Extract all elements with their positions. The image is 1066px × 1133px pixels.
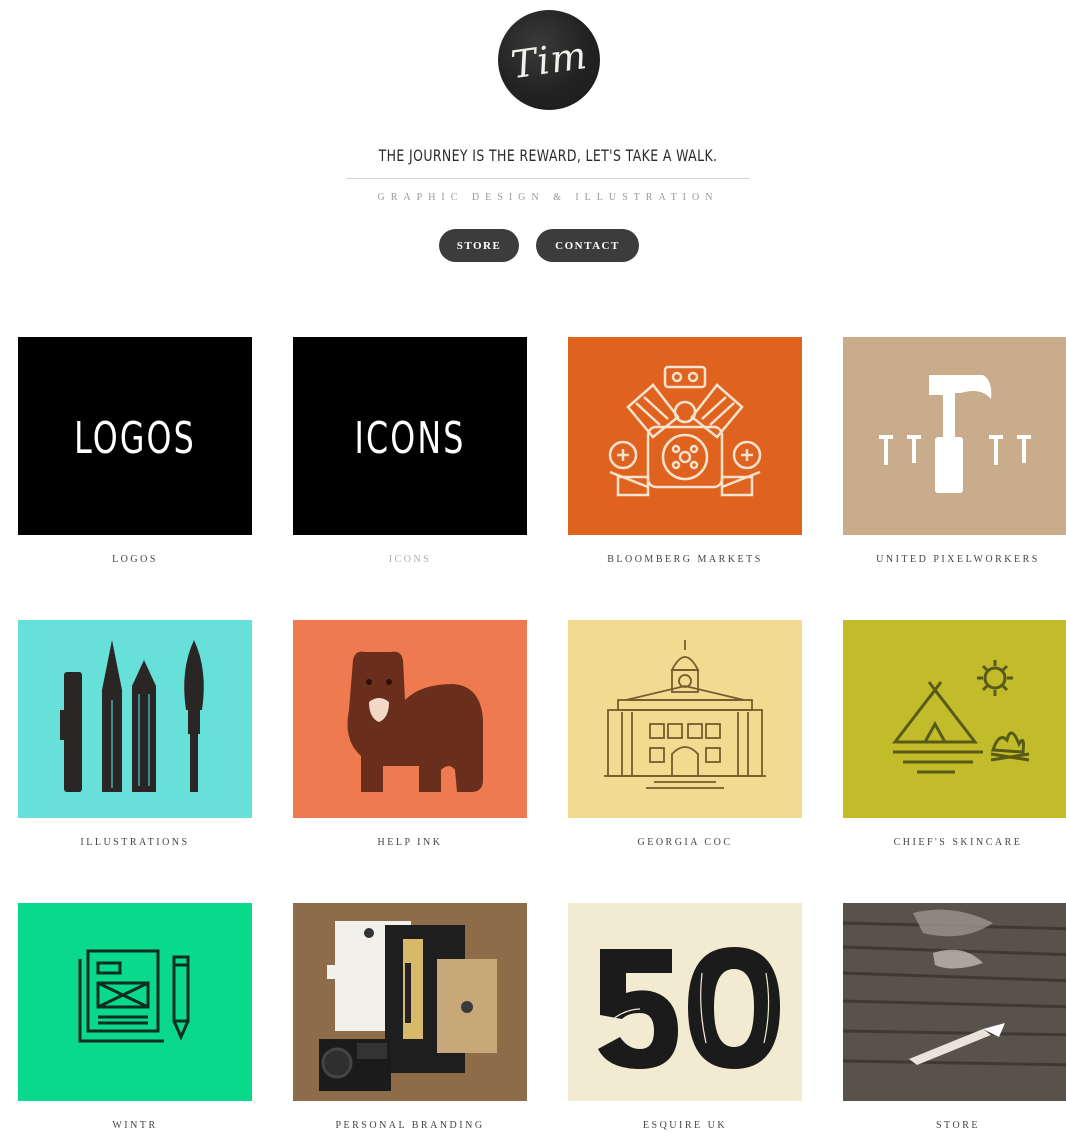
bear-icon — [347, 651, 483, 792]
subtitle: GRAPHIC DESIGN & ILLUSTRATION — [377, 192, 719, 203]
tile-caption[interactable]: WINTR — [18, 1120, 252, 1131]
tile-caption[interactable]: ESQUIRE UK — [568, 1120, 802, 1131]
tile-caption[interactable]: LOGOS — [18, 554, 252, 565]
portfolio-tile-chiefs-skincare[interactable] — [843, 620, 1066, 818]
number-50-icon — [598, 947, 780, 1069]
hammer-nails-icon — [879, 375, 1031, 493]
stationery-photo-icon — [293, 903, 527, 1101]
capitol-building-icon — [604, 640, 766, 789]
portfolio-tile-bloomberg[interactable] — [568, 337, 802, 535]
portfolio-tile-united-pixelworkers[interactable] — [843, 337, 1066, 535]
portfolio-tile-logos[interactable]: LOGOS — [18, 337, 252, 535]
tagline: THE JOURNEY IS THE REWARD, LET'S TAKE A … — [378, 146, 718, 165]
tile-caption[interactable]: ILLUSTRATIONS — [18, 837, 252, 848]
tile-caption[interactable]: CHIEF'S SKINCARE — [843, 837, 1066, 848]
tile-caption[interactable]: STORE — [843, 1120, 1066, 1131]
tile-caption[interactable]: PERSONAL BRANDING — [293, 1120, 527, 1131]
portfolio-tile-esquire-uk[interactable] — [568, 903, 802, 1101]
engine-icon — [608, 365, 762, 497]
tile-caption[interactable]: GEORGIA COC — [568, 837, 802, 848]
portfolio-tile-georgia-coc[interactable] — [568, 620, 802, 818]
tile-title: LOGOS — [74, 413, 196, 464]
tile-title: ICONS — [354, 413, 466, 464]
portfolio-tile-personal-branding[interactable] — [293, 903, 527, 1101]
portfolio-tile-help-ink[interactable] — [293, 620, 527, 818]
logo-text: Tim — [508, 32, 590, 88]
portfolio-tile-illustrations[interactable] — [18, 620, 252, 818]
craft-knife-photo-icon — [843, 903, 1066, 1101]
tile-caption[interactable]: BLOOMBERG MARKETS — [568, 554, 802, 565]
contact-button[interactable]: CONTACT — [536, 229, 639, 262]
tagline-divider — [347, 178, 749, 179]
site-logo[interactable]: Tim — [498, 10, 600, 110]
portfolio-tile-icons[interactable]: ICONS — [293, 337, 527, 535]
tile-caption[interactable]: HELP INK — [293, 837, 527, 848]
tile-caption[interactable]: ICONS — [293, 554, 527, 565]
portfolio-tile-store[interactable] — [843, 903, 1066, 1101]
portfolio-tile-wintr[interactable] — [18, 903, 252, 1101]
tile-caption[interactable]: UNITED PIXELWORKERS — [843, 554, 1066, 565]
newspaper-pencil-icon — [78, 949, 190, 1043]
tent-campfire-icon — [891, 660, 1030, 774]
art-tools-icon — [60, 640, 204, 792]
store-button[interactable]: STORE — [439, 229, 519, 262]
